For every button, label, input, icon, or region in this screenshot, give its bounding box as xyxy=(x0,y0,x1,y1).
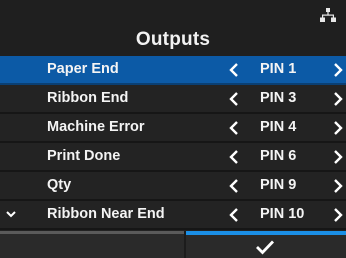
chevron-right-icon[interactable] xyxy=(333,63,343,77)
chevron-right-icon[interactable] xyxy=(333,208,343,222)
outputs-list: Paper End PIN 1 Ribbon End PIN 3 Machine… xyxy=(0,56,346,230)
list-item[interactable]: Machine Error PIN 4 xyxy=(0,114,346,143)
chevron-left-icon[interactable] xyxy=(229,63,239,77)
list-item-label: Machine Error xyxy=(47,119,145,135)
list-item[interactable]: Paper End PIN 1 xyxy=(0,56,346,85)
list-item-label: Ribbon End xyxy=(47,90,129,106)
footer-bar xyxy=(0,231,346,258)
back-button[interactable] xyxy=(0,231,184,258)
list-item-value: PIN 9 xyxy=(260,177,297,193)
chevron-right-icon[interactable] xyxy=(333,121,343,135)
list-item-value: PIN 6 xyxy=(260,148,297,164)
list-item-label: Print Done xyxy=(47,148,121,164)
list-item-label: Qty xyxy=(47,177,72,193)
chevron-down-icon xyxy=(6,211,16,218)
list-item-value: PIN 10 xyxy=(260,206,305,222)
page-title: Outputs xyxy=(135,29,211,50)
header: Outputs xyxy=(0,0,346,56)
outputs-screen: Outputs Paper End PIN 1 Ribbon End PIN 3… xyxy=(0,0,346,258)
confirm-button[interactable] xyxy=(186,231,346,258)
list-item-value: PIN 4 xyxy=(260,119,297,135)
chevron-right-icon[interactable] xyxy=(333,150,343,164)
chevron-left-icon[interactable] xyxy=(229,121,239,135)
chevron-left-icon[interactable] xyxy=(229,208,239,222)
chevron-left-icon[interactable] xyxy=(229,150,239,164)
check-icon xyxy=(256,240,275,255)
list-item[interactable]: Qty PIN 9 xyxy=(0,172,346,201)
chevron-right-icon[interactable] xyxy=(333,179,343,193)
list-item[interactable]: Print Done PIN 6 xyxy=(0,143,346,172)
list-item-label: Paper End xyxy=(47,61,119,77)
chevron-left-icon[interactable] xyxy=(229,179,239,193)
list-item[interactable]: Ribbon End PIN 3 xyxy=(0,85,346,114)
network-icon xyxy=(320,8,336,22)
list-item-label: Ribbon Near End xyxy=(47,206,165,222)
list-item-value: PIN 1 xyxy=(260,61,297,77)
chevron-left-icon[interactable] xyxy=(229,92,239,106)
list-item[interactable]: Ribbon Near End PIN 10 xyxy=(0,201,346,230)
list-item-value: PIN 3 xyxy=(260,90,297,106)
chevron-right-icon[interactable] xyxy=(333,92,343,106)
